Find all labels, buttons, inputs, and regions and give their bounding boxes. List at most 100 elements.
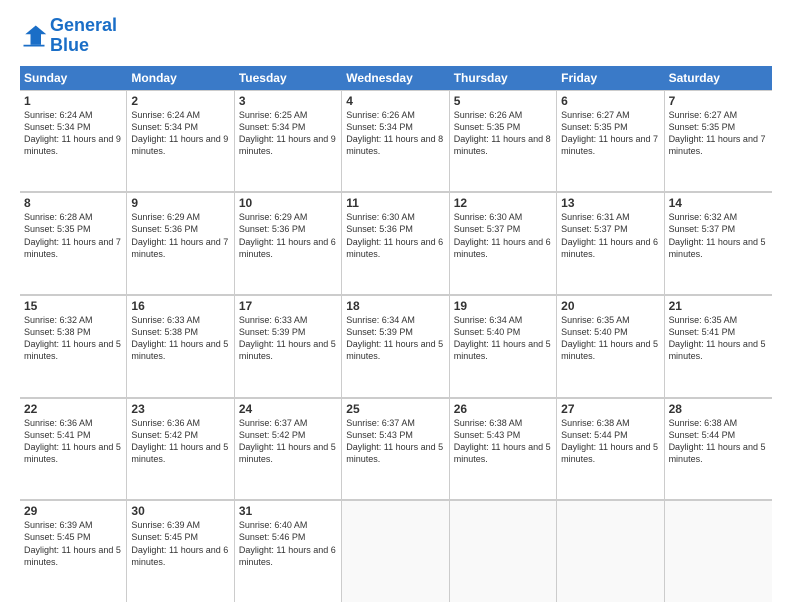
cell-info: Sunrise: 6:40 AM Sunset: 5:46 PM Dayligh… (239, 519, 337, 568)
cell-info: Sunrise: 6:38 AM Sunset: 5:43 PM Dayligh… (454, 417, 552, 466)
day-number: 6 (561, 94, 659, 108)
cell-info: Sunrise: 6:34 AM Sunset: 5:39 PM Dayligh… (346, 314, 444, 363)
cal-cell: 17 Sunrise: 6:33 AM Sunset: 5:39 PM Dayl… (235, 295, 342, 397)
day-number: 25 (346, 402, 444, 416)
day-header-tuesday: Tuesday (235, 66, 342, 90)
day-number: 18 (346, 299, 444, 313)
cal-cell: 24 Sunrise: 6:37 AM Sunset: 5:42 PM Dayl… (235, 398, 342, 500)
cal-cell (665, 500, 772, 602)
cell-info: Sunrise: 6:27 AM Sunset: 5:35 PM Dayligh… (669, 109, 768, 158)
calendar: SundayMondayTuesdayWednesdayThursdayFrid… (20, 66, 772, 602)
cell-info: Sunrise: 6:31 AM Sunset: 5:37 PM Dayligh… (561, 211, 659, 260)
logo-text: General Blue (50, 16, 117, 56)
cal-cell: 25 Sunrise: 6:37 AM Sunset: 5:43 PM Dayl… (342, 398, 449, 500)
cal-row: 15 Sunrise: 6:32 AM Sunset: 5:38 PM Dayl… (20, 295, 772, 398)
cell-info: Sunrise: 6:38 AM Sunset: 5:44 PM Dayligh… (561, 417, 659, 466)
day-number: 14 (669, 196, 768, 210)
cal-cell: 7 Sunrise: 6:27 AM Sunset: 5:35 PM Dayli… (665, 90, 772, 192)
cell-info: Sunrise: 6:26 AM Sunset: 5:34 PM Dayligh… (346, 109, 444, 158)
cell-info: Sunrise: 6:24 AM Sunset: 5:34 PM Dayligh… (24, 109, 122, 158)
cal-cell: 10 Sunrise: 6:29 AM Sunset: 5:36 PM Dayl… (235, 192, 342, 294)
day-number: 17 (239, 299, 337, 313)
day-number: 31 (239, 504, 337, 518)
cal-cell (557, 500, 664, 602)
cell-info: Sunrise: 6:30 AM Sunset: 5:36 PM Dayligh… (346, 211, 444, 260)
day-number: 13 (561, 196, 659, 210)
cell-info: Sunrise: 6:33 AM Sunset: 5:38 PM Dayligh… (131, 314, 229, 363)
day-header-wednesday: Wednesday (342, 66, 449, 90)
cal-cell: 15 Sunrise: 6:32 AM Sunset: 5:38 PM Dayl… (20, 295, 127, 397)
cal-cell: 19 Sunrise: 6:34 AM Sunset: 5:40 PM Dayl… (450, 295, 557, 397)
cell-info: Sunrise: 6:33 AM Sunset: 5:39 PM Dayligh… (239, 314, 337, 363)
cell-info: Sunrise: 6:35 AM Sunset: 5:41 PM Dayligh… (669, 314, 768, 363)
logo: General Blue (20, 16, 117, 56)
cell-info: Sunrise: 6:37 AM Sunset: 5:43 PM Dayligh… (346, 417, 444, 466)
day-header-saturday: Saturday (665, 66, 772, 90)
cell-info: Sunrise: 6:32 AM Sunset: 5:37 PM Dayligh… (669, 211, 768, 260)
cal-cell: 23 Sunrise: 6:36 AM Sunset: 5:42 PM Dayl… (127, 398, 234, 500)
day-header-sunday: Sunday (20, 66, 127, 90)
day-number: 16 (131, 299, 229, 313)
day-number: 21 (669, 299, 768, 313)
cal-cell: 1 Sunrise: 6:24 AM Sunset: 5:34 PM Dayli… (20, 90, 127, 192)
day-number: 20 (561, 299, 659, 313)
cal-cell: 27 Sunrise: 6:38 AM Sunset: 5:44 PM Dayl… (557, 398, 664, 500)
cell-info: Sunrise: 6:39 AM Sunset: 5:45 PM Dayligh… (24, 519, 122, 568)
day-number: 4 (346, 94, 444, 108)
header: General Blue (20, 16, 772, 56)
cell-info: Sunrise: 6:39 AM Sunset: 5:45 PM Dayligh… (131, 519, 229, 568)
day-number: 7 (669, 94, 768, 108)
cell-info: Sunrise: 6:30 AM Sunset: 5:37 PM Dayligh… (454, 211, 552, 260)
cell-info: Sunrise: 6:36 AM Sunset: 5:42 PM Dayligh… (131, 417, 229, 466)
cell-info: Sunrise: 6:38 AM Sunset: 5:44 PM Dayligh… (669, 417, 768, 466)
day-number: 28 (669, 402, 768, 416)
cell-info: Sunrise: 6:29 AM Sunset: 5:36 PM Dayligh… (131, 211, 229, 260)
cal-cell: 5 Sunrise: 6:26 AM Sunset: 5:35 PM Dayli… (450, 90, 557, 192)
day-number: 8 (24, 196, 122, 210)
cell-info: Sunrise: 6:27 AM Sunset: 5:35 PM Dayligh… (561, 109, 659, 158)
day-number: 26 (454, 402, 552, 416)
cal-row: 29 Sunrise: 6:39 AM Sunset: 5:45 PM Dayl… (20, 500, 772, 602)
day-number: 5 (454, 94, 552, 108)
day-number: 1 (24, 94, 122, 108)
cal-row: 8 Sunrise: 6:28 AM Sunset: 5:35 PM Dayli… (20, 192, 772, 295)
cal-row: 1 Sunrise: 6:24 AM Sunset: 5:34 PM Dayli… (20, 90, 772, 193)
cell-info: Sunrise: 6:35 AM Sunset: 5:40 PM Dayligh… (561, 314, 659, 363)
cell-info: Sunrise: 6:28 AM Sunset: 5:35 PM Dayligh… (24, 211, 122, 260)
logo-icon (20, 22, 48, 50)
cal-cell: 31 Sunrise: 6:40 AM Sunset: 5:46 PM Dayl… (235, 500, 342, 602)
cal-cell: 4 Sunrise: 6:26 AM Sunset: 5:34 PM Dayli… (342, 90, 449, 192)
day-header-thursday: Thursday (450, 66, 557, 90)
day-number: 27 (561, 402, 659, 416)
cal-cell: 26 Sunrise: 6:38 AM Sunset: 5:43 PM Dayl… (450, 398, 557, 500)
cal-cell: 21 Sunrise: 6:35 AM Sunset: 5:41 PM Dayl… (665, 295, 772, 397)
cell-info: Sunrise: 6:32 AM Sunset: 5:38 PM Dayligh… (24, 314, 122, 363)
day-header-friday: Friday (557, 66, 664, 90)
day-number: 19 (454, 299, 552, 313)
day-number: 15 (24, 299, 122, 313)
day-number: 23 (131, 402, 229, 416)
day-number: 3 (239, 94, 337, 108)
day-number: 9 (131, 196, 229, 210)
cell-info: Sunrise: 6:29 AM Sunset: 5:36 PM Dayligh… (239, 211, 337, 260)
cal-cell: 12 Sunrise: 6:30 AM Sunset: 5:37 PM Dayl… (450, 192, 557, 294)
day-number: 10 (239, 196, 337, 210)
cell-info: Sunrise: 6:37 AM Sunset: 5:42 PM Dayligh… (239, 417, 337, 466)
cal-cell: 11 Sunrise: 6:30 AM Sunset: 5:36 PM Dayl… (342, 192, 449, 294)
day-header-monday: Monday (127, 66, 234, 90)
calendar-body: 1 Sunrise: 6:24 AM Sunset: 5:34 PM Dayli… (20, 90, 772, 602)
cal-cell: 22 Sunrise: 6:36 AM Sunset: 5:41 PM Dayl… (20, 398, 127, 500)
day-number: 24 (239, 402, 337, 416)
cal-cell: 2 Sunrise: 6:24 AM Sunset: 5:34 PM Dayli… (127, 90, 234, 192)
cal-cell: 29 Sunrise: 6:39 AM Sunset: 5:45 PM Dayl… (20, 500, 127, 602)
day-number: 11 (346, 196, 444, 210)
cal-cell: 30 Sunrise: 6:39 AM Sunset: 5:45 PM Dayl… (127, 500, 234, 602)
page: General Blue SundayMondayTuesdayWednesda… (0, 0, 792, 612)
cal-cell: 16 Sunrise: 6:33 AM Sunset: 5:38 PM Dayl… (127, 295, 234, 397)
day-number: 22 (24, 402, 122, 416)
cal-cell: 8 Sunrise: 6:28 AM Sunset: 5:35 PM Dayli… (20, 192, 127, 294)
calendar-header: SundayMondayTuesdayWednesdayThursdayFrid… (20, 66, 772, 90)
cell-info: Sunrise: 6:25 AM Sunset: 5:34 PM Dayligh… (239, 109, 337, 158)
cal-cell: 9 Sunrise: 6:29 AM Sunset: 5:36 PM Dayli… (127, 192, 234, 294)
cal-cell: 6 Sunrise: 6:27 AM Sunset: 5:35 PM Dayli… (557, 90, 664, 192)
